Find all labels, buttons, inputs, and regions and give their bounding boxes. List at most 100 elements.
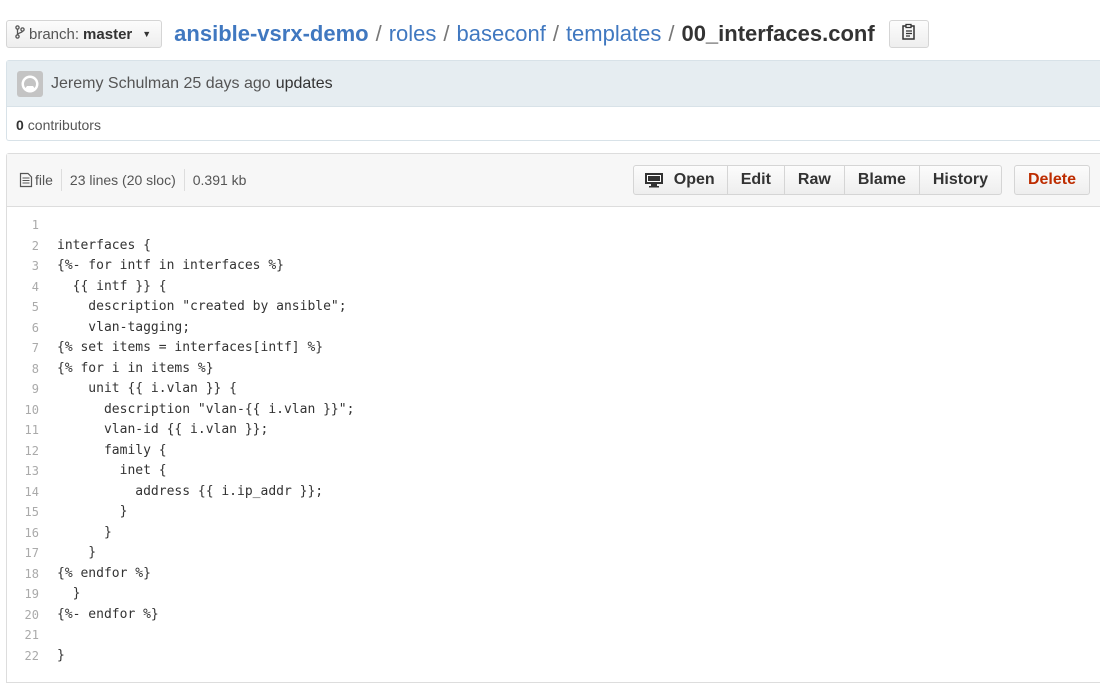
code-line: 11 vlan-id {{ i.vlan }}; — [7, 420, 1100, 441]
code-line: 12 family { — [7, 441, 1100, 462]
line-number[interactable]: 14 — [7, 482, 57, 503]
line-code: vlan-id {{ i.vlan }}; — [57, 422, 269, 437]
breadcrumb-separator: / — [668, 21, 675, 46]
line-number[interactable]: 15 — [7, 502, 57, 523]
line-number[interactable]: 16 — [7, 523, 57, 544]
line-number[interactable]: 20 — [7, 605, 57, 626]
line-count: 23 lines (20 sloc) — [69, 172, 176, 188]
line-code: } — [57, 586, 81, 601]
commit-author-name[interactable]: Jeremy Schulman — [51, 75, 179, 92]
line-number[interactable]: 5 — [7, 297, 57, 318]
code-line: 9 unit {{ i.vlan }} { — [7, 379, 1100, 400]
delete-button[interactable]: Delete — [1013, 165, 1090, 195]
code-line: 13 inet { — [7, 461, 1100, 482]
latest-commit: Jeremy Schulman 25 days ago updates — [7, 61, 1100, 107]
branch-name: master — [83, 25, 133, 43]
line-code: description "created by ansible"; — [57, 299, 347, 314]
code-line: 19 } — [7, 584, 1100, 605]
code-line: 10 description "vlan-{{ i.vlan }}"; — [7, 400, 1100, 421]
contributors-label: contributors — [27, 116, 101, 133]
line-code: {%- for intf in interfaces %} — [57, 258, 284, 273]
history-button[interactable]: History — [918, 165, 1002, 195]
line-number[interactable]: 22 — [7, 646, 57, 667]
breadcrumb-separator: / — [552, 21, 559, 46]
code-line: 8 {% for i in items %} — [7, 359, 1100, 380]
line-number[interactable]: 3 — [7, 256, 57, 277]
breadcrumb-roles-link[interactable]: roles — [389, 21, 437, 47]
edit-button[interactable]: Edit — [726, 165, 785, 195]
line-number[interactable]: 9 — [7, 379, 57, 400]
line-number[interactable]: 17 — [7, 543, 57, 564]
line-code: } — [57, 504, 128, 519]
file-info: file 23 lines (20 sloc) 0.391 kb — [7, 169, 246, 191]
code-line: 14 address {{ i.ip_addr }}; — [7, 482, 1100, 503]
line-code: vlan-tagging; — [57, 319, 191, 335]
code-line: 21 — [7, 625, 1100, 646]
commit-message[interactable]: updates — [276, 75, 333, 93]
line-number[interactable]: 12 — [7, 441, 57, 462]
breadcrumb: ansible-vsrx-demo / roles / baseconf / t… — [174, 21, 874, 47]
open-button[interactable]: Open — [632, 165, 728, 195]
line-code: unit {{ i.vlan }} { — [57, 381, 238, 396]
breadcrumb-repo-link[interactable]: ansible-vsrx-demo — [174, 21, 368, 47]
line-code: description "vlan-{{ i.vlan }}"; — [57, 401, 355, 417]
line-number[interactable]: 21 — [7, 625, 57, 646]
line-number[interactable]: 11 — [7, 420, 57, 441]
code-line: 18 {% endfor %} — [7, 564, 1100, 585]
line-number[interactable]: 19 — [7, 584, 57, 605]
line-code: family { — [57, 442, 167, 458]
contributors-count: 0 — [16, 116, 24, 133]
line-number[interactable]: 13 — [7, 461, 57, 482]
desktop-icon — [644, 172, 664, 188]
contributors[interactable]: 0 contributors — [7, 107, 1100, 142]
file-icon — [19, 172, 33, 188]
code-line: 20 {%- endfor %} — [7, 605, 1100, 626]
branch-icon — [15, 25, 25, 43]
line-code: {%- endfor %} — [57, 606, 159, 622]
branch-prefix: branch: — [29, 25, 80, 43]
line-number[interactable]: 10 — [7, 400, 57, 421]
line-code: } — [57, 647, 65, 663]
avatar[interactable] — [17, 70, 43, 97]
line-code: {{ intf }} { — [57, 278, 167, 294]
line-number[interactable]: 1 — [7, 215, 57, 236]
line-number[interactable]: 6 — [7, 318, 57, 339]
raw-button[interactable]: Raw — [783, 165, 845, 195]
line-code: {% set items = interfaces[intf] %} — [57, 340, 324, 355]
file-actions: Open Edit Raw Blame History Delete — [632, 165, 1090, 195]
line-code: inet { — [57, 463, 167, 478]
file-label: file — [35, 172, 53, 188]
code-line: 4 {{ intf }} { — [7, 277, 1100, 298]
clipboard-icon — [901, 23, 917, 46]
code-line: 22} — [7, 646, 1100, 667]
chevron-down-icon: ▼ — [142, 29, 152, 39]
code-line: 2 interfaces { — [7, 236, 1100, 257]
line-number[interactable]: 2 — [7, 236, 57, 257]
commit-author[interactable]: Jeremy Schulman 25 days ago — [51, 75, 271, 93]
branch-selector[interactable]: branch: master ▼ — [6, 20, 163, 48]
line-code: address {{ i.ip_addr }}; — [57, 483, 324, 499]
blame-button[interactable]: Blame — [843, 165, 920, 195]
copy-path-button[interactable] — [888, 20, 929, 48]
breadcrumb-separator: / — [443, 21, 450, 46]
breadcrumb-templates-link[interactable]: templates — [566, 21, 661, 47]
file-type: file — [19, 172, 53, 188]
line-number[interactable]: 18 — [7, 564, 57, 585]
divider — [183, 169, 185, 191]
file-header: file 23 lines (20 sloc) 0.391 kb Open Ed… — [7, 154, 1100, 207]
line-code: {% for i in items %} — [57, 360, 214, 376]
divider — [60, 169, 62, 191]
line-number[interactable]: 7 — [7, 338, 57, 359]
code-line: 3 {%- for intf in interfaces %} — [7, 256, 1100, 277]
code-line: 17 } — [7, 543, 1100, 564]
breadcrumb-filename: 00_interfaces.conf — [681, 21, 875, 46]
code-line: 7 {% set items = interfaces[intf] %} — [7, 338, 1100, 359]
line-number[interactable]: 4 — [7, 277, 57, 298]
code-line: 1 — [7, 215, 1100, 236]
code-line: 15 } — [7, 502, 1100, 523]
top-bar: branch: master ▼ ansible-vsrx-demo / rol… — [6, 16, 1100, 52]
breadcrumb-baseconf-link[interactable]: baseconf — [457, 21, 546, 47]
line-code: interfaces { — [57, 237, 151, 253]
line-code: } — [57, 545, 97, 560]
line-number[interactable]: 8 — [7, 359, 57, 380]
